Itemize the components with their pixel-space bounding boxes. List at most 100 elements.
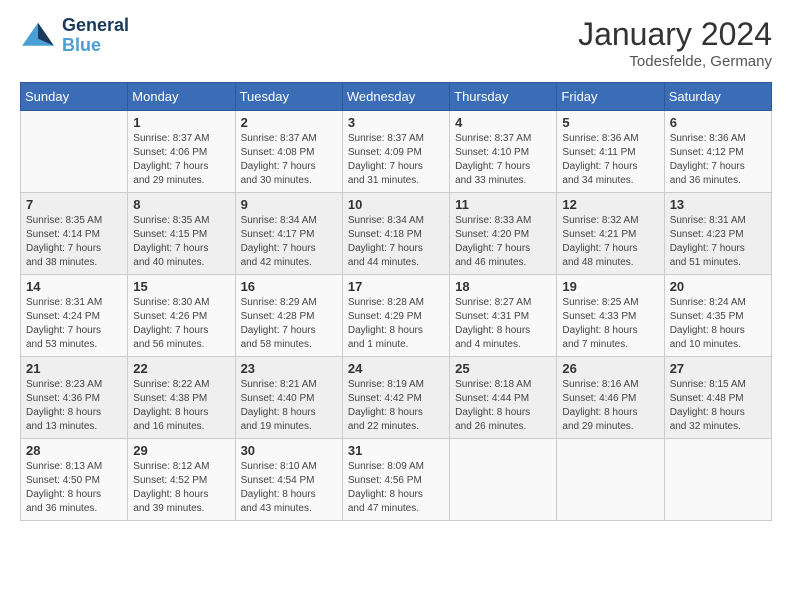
day-info: Sunrise: 8:22 AMSunset: 4:38 PMDaylight:…: [133, 378, 229, 434]
day-info: Sunrise: 8:31 AMSunset: 4:24 PMDaylight:…: [26, 296, 122, 352]
day-info: Sunrise: 8:09 AMSunset: 4:56 PMDaylight:…: [348, 460, 444, 516]
day-cell: [21, 111, 128, 193]
day-info: Sunrise: 8:13 AMSunset: 4:50 PMDaylight:…: [26, 460, 122, 516]
day-info: Sunrise: 8:36 AMSunset: 4:12 PMDaylight:…: [670, 132, 766, 188]
day-info: Sunrise: 8:37 AMSunset: 4:06 PMDaylight:…: [133, 132, 229, 188]
day-info: Sunrise: 8:23 AMSunset: 4:36 PMDaylight:…: [26, 378, 122, 434]
day-cell: 7 Sunrise: 8:35 AMSunset: 4:14 PMDaylight…: [21, 193, 128, 275]
page: General Blue January 2024 Todesfelde, Ge…: [0, 0, 792, 537]
day-cell: 28 Sunrise: 8:13 AMSunset: 4:50 PMDayligh…: [21, 439, 128, 521]
day-number: 22: [133, 361, 229, 376]
day-cell: 29 Sunrise: 8:12 AMSunset: 4:52 PMDayligh…: [128, 439, 235, 521]
day-number: 16: [241, 279, 337, 294]
day-cell: 27 Sunrise: 8:15 AMSunset: 4:48 PMDayligh…: [664, 357, 771, 439]
week-row-4: 28 Sunrise: 8:13 AMSunset: 4:50 PMDayligh…: [21, 439, 772, 521]
day-cell: 9Sunrise: 8:34 AMSunset: 4:17 PMDaylight…: [235, 193, 342, 275]
day-number: 23: [241, 361, 337, 376]
day-cell: 14 Sunrise: 8:31 AMSunset: 4:24 PMDayligh…: [21, 275, 128, 357]
day-cell: 21 Sunrise: 8:23 AMSunset: 4:36 PMDayligh…: [21, 357, 128, 439]
logo: General Blue: [20, 16, 129, 56]
day-info: Sunrise: 8:15 AMSunset: 4:48 PMDaylight:…: [670, 378, 766, 434]
day-cell: 16Sunrise: 8:29 AMSunset: 4:28 PMDayligh…: [235, 275, 342, 357]
day-number: 15: [133, 279, 229, 294]
day-info: Sunrise: 8:36 AMSunset: 4:11 PMDaylight:…: [562, 132, 658, 188]
header: General Blue January 2024 Todesfelde, Ge…: [20, 16, 772, 70]
weekday-header-row: SundayMondayTuesdayWednesdayThursdayFrid…: [21, 83, 772, 111]
day-cell: 11Sunrise: 8:33 AMSunset: 4:20 PMDayligh…: [450, 193, 557, 275]
day-info: Sunrise: 8:21 AMSunset: 4:40 PMDaylight:…: [241, 378, 337, 434]
day-cell: 31Sunrise: 8:09 AMSunset: 4:56 PMDayligh…: [342, 439, 449, 521]
day-number: 6: [670, 115, 766, 130]
day-info: Sunrise: 8:12 AMSunset: 4:52 PMDaylight:…: [133, 460, 229, 516]
day-info: Sunrise: 8:37 AMSunset: 4:08 PMDaylight:…: [241, 132, 337, 188]
day-cell: 23 Sunrise: 8:21 AMSunset: 4:40 PMDayligh…: [235, 357, 342, 439]
weekday-header-saturday: Saturday: [664, 83, 771, 111]
day-cell: 25 Sunrise: 8:18 AMSunset: 4:44 PMDayligh…: [450, 357, 557, 439]
day-info: Sunrise: 8:37 AMSunset: 4:09 PMDaylight:…: [348, 132, 444, 188]
day-cell: 17Sunrise: 8:28 AMSunset: 4:29 PMDayligh…: [342, 275, 449, 357]
day-number: 27: [670, 361, 766, 376]
day-number: 20: [670, 279, 766, 294]
day-cell: [450, 439, 557, 521]
logo-line2: Blue: [62, 36, 129, 56]
day-number: 29: [133, 443, 229, 458]
day-number: 14: [26, 279, 122, 294]
day-number: 7: [26, 197, 122, 212]
day-cell: 15 Sunrise: 8:30 AMSunset: 4:26 PMDayligh…: [128, 275, 235, 357]
day-cell: 18 Sunrise: 8:27 AMSunset: 4:31 PMDayligh…: [450, 275, 557, 357]
day-number: 18: [455, 279, 551, 294]
day-info: Sunrise: 8:25 AMSunset: 4:33 PMDaylight:…: [562, 296, 658, 352]
logo-icon: [20, 21, 56, 51]
day-info: Sunrise: 8:35 AMSunset: 4:15 PMDaylight:…: [133, 214, 229, 270]
day-number: 30: [241, 443, 337, 458]
day-cell: 10Sunrise: 8:34 AMSunset: 4:18 PMDayligh…: [342, 193, 449, 275]
day-cell: 1 Sunrise: 8:37 AMSunset: 4:06 PMDaylight…: [128, 111, 235, 193]
week-row-2: 14 Sunrise: 8:31 AMSunset: 4:24 PMDayligh…: [21, 275, 772, 357]
weekday-header-thursday: Thursday: [450, 83, 557, 111]
day-info: Sunrise: 8:27 AMSunset: 4:31 PMDaylight:…: [455, 296, 551, 352]
logo-text: General Blue: [62, 16, 129, 56]
week-row-3: 21 Sunrise: 8:23 AMSunset: 4:36 PMDayligh…: [21, 357, 772, 439]
day-cell: 24Sunrise: 8:19 AMSunset: 4:42 PMDayligh…: [342, 357, 449, 439]
day-info: Sunrise: 8:18 AMSunset: 4:44 PMDaylight:…: [455, 378, 551, 434]
day-cell: 22 Sunrise: 8:22 AMSunset: 4:38 PMDayligh…: [128, 357, 235, 439]
day-info: Sunrise: 8:30 AMSunset: 4:26 PMDaylight:…: [133, 296, 229, 352]
day-cell: 20 Sunrise: 8:24 AMSunset: 4:35 PMDayligh…: [664, 275, 771, 357]
calendar: SundayMondayTuesdayWednesdayThursdayFrid…: [20, 82, 772, 521]
week-row-0: 1 Sunrise: 8:37 AMSunset: 4:06 PMDaylight…: [21, 111, 772, 193]
day-number: 26: [562, 361, 658, 376]
day-cell: 19 Sunrise: 8:25 AMSunset: 4:33 PMDayligh…: [557, 275, 664, 357]
weekday-header-wednesday: Wednesday: [342, 83, 449, 111]
day-cell: 30 Sunrise: 8:10 AMSunset: 4:54 PMDayligh…: [235, 439, 342, 521]
day-number: 4: [455, 115, 551, 130]
day-info: Sunrise: 8:35 AMSunset: 4:14 PMDaylight:…: [26, 214, 122, 270]
day-number: 1: [133, 115, 229, 130]
day-info: Sunrise: 8:28 AMSunset: 4:29 PMDaylight:…: [348, 296, 444, 352]
day-number: 21: [26, 361, 122, 376]
day-cell: 8Sunrise: 8:35 AMSunset: 4:15 PMDaylight…: [128, 193, 235, 275]
day-info: Sunrise: 8:19 AMSunset: 4:42 PMDaylight:…: [348, 378, 444, 434]
day-info: Sunrise: 8:37 AMSunset: 4:10 PMDaylight:…: [455, 132, 551, 188]
location: Todesfelde, Germany: [578, 53, 772, 70]
weekday-header-tuesday: Tuesday: [235, 83, 342, 111]
day-info: Sunrise: 8:34 AMSunset: 4:18 PMDaylight:…: [348, 214, 444, 270]
day-number: 13: [670, 197, 766, 212]
day-info: Sunrise: 8:34 AMSunset: 4:17 PMDaylight:…: [241, 214, 337, 270]
day-cell: 6 Sunrise: 8:36 AMSunset: 4:12 PMDaylight…: [664, 111, 771, 193]
day-number: 25: [455, 361, 551, 376]
day-cell: 2Sunrise: 8:37 AMSunset: 4:08 PMDaylight…: [235, 111, 342, 193]
day-info: Sunrise: 8:24 AMSunset: 4:35 PMDaylight:…: [670, 296, 766, 352]
month-title: January 2024: [578, 16, 772, 53]
day-cell: 3Sunrise: 8:37 AMSunset: 4:09 PMDaylight…: [342, 111, 449, 193]
day-number: 19: [562, 279, 658, 294]
day-cell: [664, 439, 771, 521]
day-cell: [557, 439, 664, 521]
day-number: 28: [26, 443, 122, 458]
day-cell: 26Sunrise: 8:16 AMSunset: 4:46 PMDayligh…: [557, 357, 664, 439]
day-number: 5: [562, 115, 658, 130]
weekday-header-sunday: Sunday: [21, 83, 128, 111]
day-number: 12: [562, 197, 658, 212]
day-info: Sunrise: 8:10 AMSunset: 4:54 PMDaylight:…: [241, 460, 337, 516]
day-cell: 5 Sunrise: 8:36 AMSunset: 4:11 PMDaylight…: [557, 111, 664, 193]
day-info: Sunrise: 8:32 AMSunset: 4:21 PMDaylight:…: [562, 214, 658, 270]
